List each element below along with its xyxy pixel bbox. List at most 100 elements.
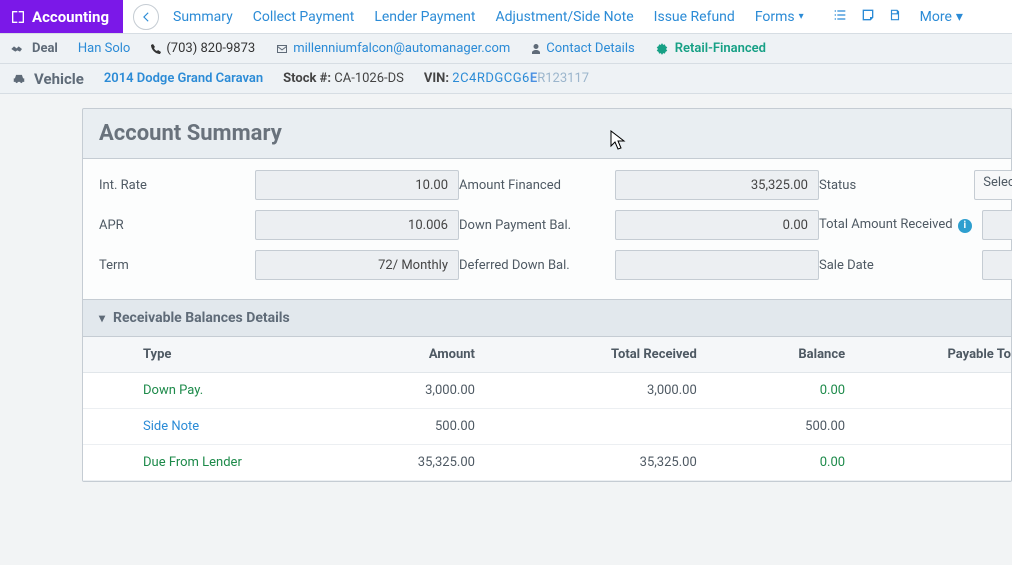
field-status-select[interactable]: Select [974,170,1012,200]
cell-type: Down Pay. [83,373,323,409]
info-icon[interactable]: i [958,219,972,233]
save-icon[interactable] [888,8,902,26]
receivables-table: Type Amount Total Received Balance Payab… [83,337,1011,481]
label-total-received-text: Total Amount Received [819,217,953,232]
account-summary-title: Account Summary [83,109,1011,159]
nav-forms-dropdown[interactable]: Forms ▾ [755,9,804,25]
label-total-received: Total Amount Received i [819,217,972,233]
label-sale-date: Sale Date [819,258,972,273]
row-sale-date: Sale Date [819,249,1012,281]
nav-issue-refund[interactable]: Issue Refund [654,9,735,25]
field-amount-financed[interactable]: 35,325.00 [615,170,819,200]
label-int-rate: Int. Rate [99,178,245,193]
account-summary-body: Int. Rate 10.00 APR 10.006 Term 72/ Mont… [83,159,1011,300]
table-header-row: Type Amount Total Received Balance Payab… [83,337,1011,373]
phone-icon [150,43,162,55]
cell-balance: 500.00 [713,409,861,445]
nav-icon-group [832,0,902,33]
row-deferred-down: Deferred Down Bal. [459,249,819,281]
field-down-balance[interactable]: 0.00 [615,210,819,240]
stock-number: Stock #: CA-1026-DS [283,71,404,86]
account-summary-card: Account Summary Int. Rate 10.00 APR 10.0… [82,108,1012,482]
cell-total: 35,325.00 [491,445,713,481]
field-sale-date[interactable] [982,250,1012,280]
nav-more-label: More [920,9,952,25]
top-nav: Accounting Summary Collect Payment Lende… [0,0,1012,34]
car-icon [10,72,28,86]
col-payable-to: Payable To [861,337,1011,373]
nav-collect-payment[interactable]: Collect Payment [253,9,355,25]
cell-balance: 0.00 [713,373,861,409]
brand-badge: Accounting [0,0,123,33]
receivables-title: Receivable Balances Details [113,310,290,326]
book-icon [10,9,26,25]
cell-balance: 0.00 [713,445,861,481]
receivables-header[interactable]: ▾ Receivable Balances Details [83,300,1011,337]
brand-label: Accounting [32,8,109,26]
email-text: millenniumfalcon@automanager.com [293,41,510,56]
cell-total: 3,000.00 [491,373,713,409]
cell-amount: 3,000.00 [323,373,491,409]
contact-details-text: Contact Details [546,41,634,56]
label-amount-financed: Amount Financed [459,178,605,193]
vin-seg-c: R123117 [537,71,589,86]
arrow-left-icon [139,10,153,24]
vehicle-name-link[interactable]: 2014 Dodge Grand Caravan [104,71,263,86]
row-term: Term 72/ Monthly [99,249,459,281]
nav-summary[interactable]: Summary [173,9,233,25]
label-term: Term [99,258,245,273]
nav-links: Summary Collect Payment Lender Payment A… [169,0,804,33]
cell-type: Due From Lender [83,445,323,481]
note-icon[interactable] [860,7,876,27]
row-amount-financed: Amount Financed 35,325.00 [459,169,819,201]
summary-col-2: Amount Financed 35,325.00 Down Payment B… [459,169,819,281]
list-icon[interactable] [832,7,848,27]
summary-col-1: Int. Rate 10.00 APR 10.006 Term 72/ Mont… [99,169,459,281]
label-apr: APR [99,218,245,233]
field-apr[interactable]: 10.006 [255,210,459,240]
deal-label-text: Deal [32,41,58,56]
field-total-received[interactable] [982,210,1012,240]
deal-bar: Deal Han Solo (703) 820-9873 millenniumf… [0,34,1012,64]
col-total: Total Received [491,337,713,373]
stock-value: CA-1026-DS [334,71,404,86]
vehicle-bar: Vehicle 2014 Dodge Grand Caravan Stock #… [0,64,1012,94]
gear-burst-icon [655,42,669,56]
cell-type[interactable]: Side Note [83,409,323,445]
deal-label: Deal [10,41,58,57]
caret-down-icon: ▾ [956,9,963,25]
col-amount: Amount [323,337,491,373]
retail-financed-link[interactable]: Retail-Financed [655,41,766,56]
cell-payable-to [861,445,1011,481]
cell-payable-to [861,373,1011,409]
person-icon [530,43,542,55]
customer-name-link[interactable]: Han Solo [78,41,130,56]
customer-email-link[interactable]: millenniumfalcon@automanager.com [275,41,510,56]
phone-text: (703) 820-9873 [166,41,255,56]
caret-down-icon: ▾ [799,11,804,22]
nav-more-dropdown[interactable]: More ▾ [920,0,963,33]
stock-label: Stock #: [283,71,331,86]
mail-icon [275,43,289,55]
label-down-balance: Down Payment Bal. [459,218,605,233]
nav-adjustment[interactable]: Adjustment/Side Note [495,9,633,25]
label-status: Status [819,178,964,193]
nav-lender-payment[interactable]: Lender Payment [374,9,475,25]
contact-details-link[interactable]: Contact Details [530,41,634,56]
col-balance: Balance [713,337,861,373]
table-row: Side Note500.00500.00 [83,409,1011,445]
field-term[interactable]: 72/ Monthly [255,250,459,280]
cell-amount: 35,325.00 [323,445,491,481]
table-row: Down Pay.3,000.003,000.000.00 [83,373,1011,409]
row-down-balance: Down Payment Bal. 0.00 [459,209,819,241]
row-status: Status Select [819,169,1012,201]
field-deferred-down[interactable] [615,250,819,280]
col-type: Type [83,337,323,373]
vehicle-label-text: Vehicle [34,70,84,88]
label-deferred-down: Deferred Down Bal. [459,258,605,273]
row-int-rate: Int. Rate 10.00 [99,169,459,201]
table-row: Due From Lender35,325.0035,325.000.00 [83,445,1011,481]
back-button[interactable] [133,4,159,30]
row-apr: APR 10.006 [99,209,459,241]
field-int-rate[interactable]: 10.00 [255,170,459,200]
